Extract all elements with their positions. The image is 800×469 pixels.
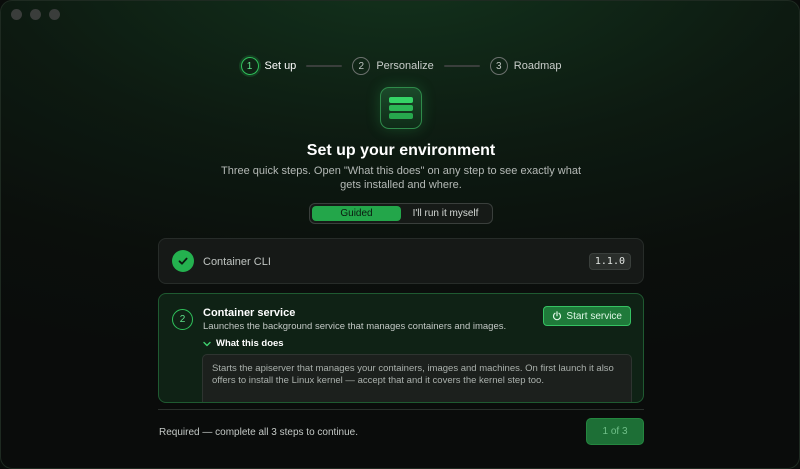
window-controls [11,9,60,20]
step-label: Personalize [376,60,434,72]
app-logo-icon [380,87,422,129]
requirement-note: Required — complete all 3 steps to conti… [159,427,358,438]
start-service-button[interactable]: Start service [543,306,631,326]
step-number: 1 [240,57,259,75]
app-window: 1 Set up 2 Personalize 3 Roadmap Set up … [0,0,800,469]
chevron-down-icon [203,341,211,346]
step-connector [306,65,343,67]
step-number-badge: 2 [172,309,193,330]
zoom-window-button[interactable] [49,9,60,20]
power-icon [553,311,562,321]
start-service-label: Start service [566,310,622,322]
step-title: Container service [203,307,296,319]
manual-option[interactable]: I'll run it myself [401,206,490,221]
what-this-does-toggle[interactable]: What this does [203,338,284,349]
page-title: Set up your environment [306,142,496,159]
step-details-text: Starts the apiserver that manages your c… [202,354,632,402]
step-label: Set up [264,60,297,72]
container-service-step-card: 2 Container service Launches the backgro… [158,293,644,403]
step-label: Roadmap [513,60,562,72]
container-cli-step-card: Container CLI 1.1.0 [158,238,644,284]
step-set-up[interactable]: 1 Set up [240,57,297,75]
minimize-window-button[interactable] [30,9,41,20]
page-subtitle: Three quick steps. Open "What this does"… [221,165,581,191]
mode-segmented-control: Guided I'll run it myself [309,203,493,224]
step-number: 3 [489,57,508,75]
setup-stepper: 1 Set up 2 Personalize 3 Roadmap [1,57,799,75]
step-name: Container CLI [203,256,271,268]
step-description: Launches the background service that man… [203,321,507,332]
checkmark-icon [172,250,194,272]
disclosure-label: What this does [216,338,284,349]
footer-divider [158,409,644,410]
step-connector [443,65,480,67]
close-window-button[interactable] [11,9,22,20]
step-number: 2 [352,57,371,75]
continue-progress-button[interactable]: 1 of 3 [586,418,644,445]
step-personalize[interactable]: 2 Personalize [352,57,434,75]
step-roadmap[interactable]: 3 Roadmap [489,57,562,75]
guided-option[interactable]: Guided [312,206,401,221]
version-badge: 1.1.0 [588,253,631,270]
